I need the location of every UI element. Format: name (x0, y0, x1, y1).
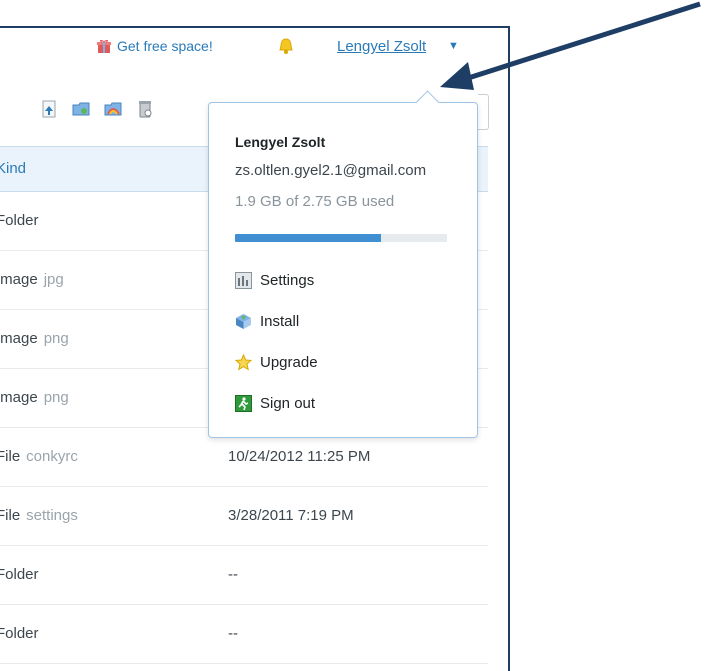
upgrade-star-icon (234, 353, 253, 371)
get-free-space-link[interactable]: Get free space! (97, 38, 213, 54)
install-label: Install (260, 313, 300, 330)
kind-cell: Folder (0, 625, 39, 642)
file-toolbar (40, 100, 154, 118)
dropdown-notch (415, 90, 440, 115)
upgrade-label: Upgrade (260, 354, 318, 371)
storage-usage-text: 1.9 GB of 2.75 GB used (235, 193, 395, 210)
settings-label: Settings (260, 272, 315, 289)
modified-cell: -- (228, 566, 238, 583)
kind-cell: Filesettings (0, 507, 78, 524)
upload-icon[interactable] (40, 100, 58, 118)
modified-cell: -- (228, 625, 238, 642)
top-bar: Get free space! Lengyel Zsolt ▼ (0, 28, 508, 68)
get-free-space-label: Get free space! (117, 38, 213, 54)
search-input[interactable] (478, 94, 489, 130)
dropbox-web-window: Get free space! Lengyel Zsolt ▼ Kind F (0, 26, 510, 671)
account-dropdown: Lengyel Zsolt zs.oltlen.gyel2.1@gmail.co… (208, 90, 478, 438)
new-folder-icon[interactable] (72, 100, 90, 118)
modified-cell: 3/28/2011 7:19 PM (228, 507, 354, 524)
install-menu-item[interactable]: Install (235, 313, 299, 330)
kind-cell: Image png (0, 330, 69, 347)
storage-usage-bar-fill (235, 234, 382, 242)
bell-icon[interactable] (277, 37, 295, 55)
kind-cell: Folder (0, 212, 39, 229)
shared-folder-icon[interactable] (104, 100, 122, 118)
user-menu-link[interactable]: Lengyel Zsolt (337, 38, 426, 55)
kind-cell: Image jpg (0, 271, 64, 288)
table-row[interactable]: Filesettings 3/28/2011 7:19 PM (0, 487, 488, 546)
account-email: zs.oltlen.gyel2.1@gmail.com (235, 162, 427, 179)
storage-usage-bar (235, 234, 447, 242)
sign-out-menu-item[interactable]: Sign out (235, 395, 315, 412)
upgrade-menu-item[interactable]: Upgrade (234, 353, 318, 371)
install-icon (235, 313, 252, 330)
modified-cell: 10/24/2012 11:25 PM (228, 448, 371, 465)
settings-menu-item[interactable]: Settings (235, 272, 314, 289)
sign-out-icon (235, 395, 252, 412)
gift-icon (97, 39, 111, 53)
settings-icon (235, 272, 252, 289)
kind-cell: Image png (0, 389, 69, 406)
chevron-down-icon[interactable]: ▼ (448, 40, 459, 52)
deleted-files-icon[interactable] (136, 100, 154, 118)
table-row[interactable]: Folder -- (0, 546, 488, 605)
kind-cell: Folder (0, 566, 39, 583)
table-row[interactable]: Folder -- (0, 605, 488, 664)
kind-column-header[interactable]: Kind (0, 160, 26, 177)
kind-cell: Fileconkyrc (0, 448, 78, 465)
account-name: Lengyel Zsolt (235, 134, 326, 150)
sign-out-label: Sign out (260, 395, 316, 412)
